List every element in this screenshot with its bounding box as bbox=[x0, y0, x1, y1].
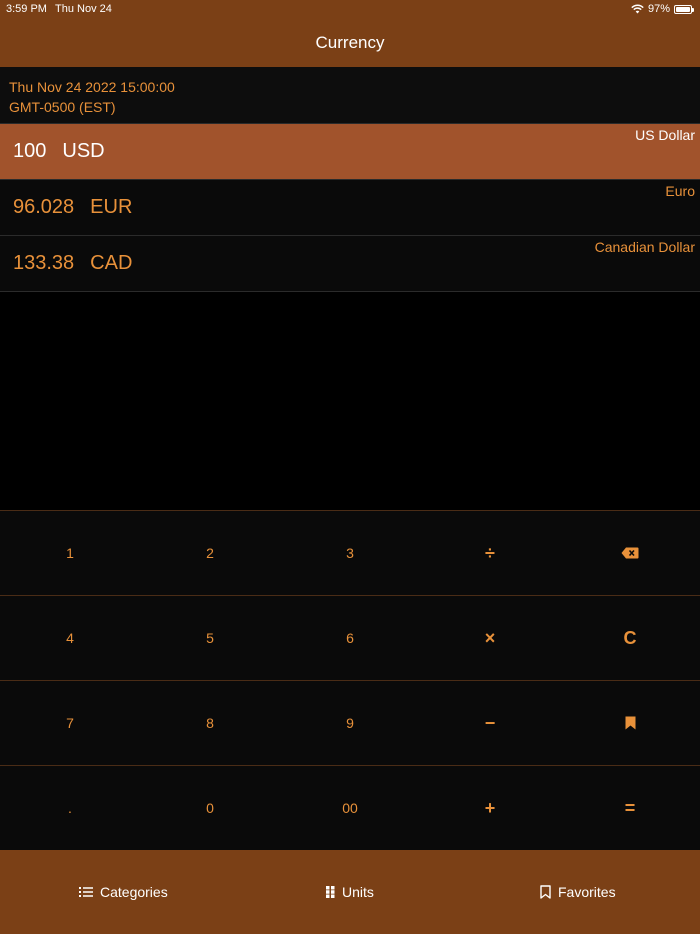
conversion-value: 133.38 CAD bbox=[13, 252, 132, 275]
key-1[interactable]: 1 bbox=[0, 511, 140, 595]
page-title: Currency bbox=[315, 32, 385, 52]
key-divide[interactable]: ÷ bbox=[420, 511, 560, 595]
key-subtract[interactable]: − bbox=[420, 681, 560, 765]
rates-date-line1: Thu Nov 24 2022 15:00:00 bbox=[9, 79, 175, 95]
currency-code: USD bbox=[62, 140, 105, 162]
battery-percent: 97% bbox=[647, 3, 670, 15]
tab-units[interactable]: Units bbox=[326, 884, 374, 900]
keypad-row: 1 2 3 ÷ bbox=[0, 510, 700, 595]
key-8[interactable]: 8 bbox=[140, 681, 280, 765]
keypad-row: 4 5 6 × C bbox=[0, 595, 700, 680]
tab-label: Favorites bbox=[558, 884, 616, 900]
tab-categories[interactable]: Categories bbox=[79, 884, 168, 900]
grid-icon bbox=[326, 886, 335, 898]
key-bookmark[interactable] bbox=[560, 681, 700, 765]
wifi-icon bbox=[631, 4, 644, 14]
key-2[interactable]: 2 bbox=[140, 511, 280, 595]
tab-favorites[interactable]: Favorites bbox=[540, 884, 616, 900]
list-icon bbox=[79, 887, 93, 897]
nav-bar: Currency bbox=[0, 18, 700, 67]
currency-code: CAD bbox=[90, 252, 133, 274]
conversion-amount: 133.38 bbox=[13, 252, 75, 274]
key-equals[interactable]: = bbox=[560, 766, 700, 850]
key-decimal[interactable]: . bbox=[0, 766, 140, 850]
keypad: 1 2 3 ÷ 4 5 6 × C 7 8 9 − . 0 00 + = bbox=[0, 510, 700, 850]
battery-icon bbox=[674, 4, 694, 14]
tab-bar: Categories Units Favorites bbox=[0, 850, 700, 934]
key-7[interactable]: 7 bbox=[0, 681, 140, 765]
status-indicators: 97% bbox=[631, 3, 694, 15]
key-9[interactable]: 9 bbox=[280, 681, 420, 765]
key-clear[interactable]: C bbox=[560, 596, 700, 680]
bookmark-icon bbox=[540, 885, 551, 899]
currency-name: Euro bbox=[665, 183, 695, 199]
conversion-row-usd[interactable]: US Dollar 100 USD bbox=[0, 124, 700, 180]
conversion-row-eur[interactable]: Euro 96.028 EUR bbox=[0, 180, 700, 236]
currency-name: US Dollar bbox=[635, 127, 695, 143]
conversion-list: US Dollar 100 USD Euro 96.028 EUR Canadi… bbox=[0, 124, 700, 292]
currency-code: EUR bbox=[90, 196, 133, 218]
key-5[interactable]: 5 bbox=[140, 596, 280, 680]
key-6[interactable]: 6 bbox=[280, 596, 420, 680]
key-0[interactable]: 0 bbox=[140, 766, 280, 850]
conversion-amount: 96.028 bbox=[13, 196, 75, 218]
conversion-value: 96.028 EUR bbox=[13, 196, 132, 219]
tab-label: Units bbox=[342, 884, 374, 900]
backspace-icon bbox=[621, 547, 639, 559]
status-date: Thu Nov 24 bbox=[55, 3, 112, 15]
keypad-row: 7 8 9 − bbox=[0, 680, 700, 765]
key-multiply[interactable]: × bbox=[420, 596, 560, 680]
tab-label: Categories bbox=[100, 884, 168, 900]
conversion-value: 100 USD bbox=[13, 140, 105, 163]
rates-date-row: Thu Nov 24 2022 15:00:00 GMT-0500 (EST) bbox=[0, 67, 700, 124]
conversion-row-cad[interactable]: Canadian Dollar 133.38 CAD bbox=[0, 236, 700, 292]
key-add[interactable]: + bbox=[420, 766, 560, 850]
key-backspace[interactable] bbox=[560, 511, 700, 595]
conversion-amount: 100 bbox=[13, 140, 47, 162]
status-bar: 3:59 PM Thu Nov 24 97% bbox=[0, 0, 700, 18]
currency-name: Canadian Dollar bbox=[594, 239, 695, 255]
bookmark-icon bbox=[625, 716, 635, 730]
key-3[interactable]: 3 bbox=[280, 511, 420, 595]
rates-date-line2: GMT-0500 (EST) bbox=[9, 99, 116, 115]
status-time: 3:59 PM bbox=[6, 3, 47, 15]
key-4[interactable]: 4 bbox=[0, 596, 140, 680]
keypad-row: . 0 00 + = bbox=[0, 765, 700, 850]
key-00[interactable]: 00 bbox=[280, 766, 420, 850]
